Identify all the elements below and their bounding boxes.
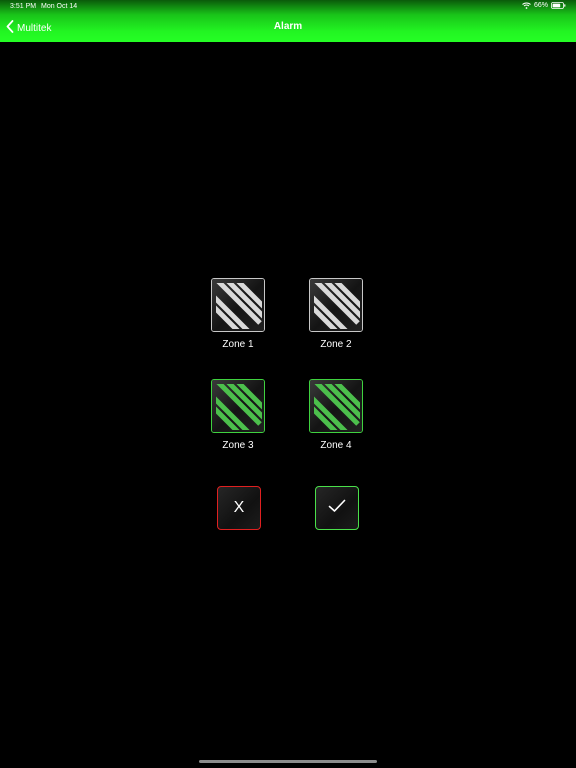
page-title: Alarm — [273, 21, 303, 32]
status-date: Mon Oct 14 — [41, 3, 78, 10]
zone-2-button[interactable] — [309, 278, 363, 332]
zone-1-stripes-icon — [212, 279, 264, 331]
zone-2-label: Zone 2 — [320, 339, 352, 350]
zone-1-button[interactable] — [211, 278, 265, 332]
zone-3-label: Zone 3 — [222, 440, 254, 451]
header: 3:51 PM Mon Oct 14 66% Multitek Alarm — [0, 0, 576, 42]
home-indicator[interactable] — [199, 760, 377, 763]
status-time: 3:51 PM — [10, 3, 37, 10]
cancel-label: X — [233, 499, 245, 516]
nav-bar: Multitek Alarm — [0, 14, 576, 42]
zone-4-stripes-icon — [310, 380, 362, 432]
checkmark-icon — [328, 499, 346, 518]
zone-3-stripes-icon — [212, 380, 264, 432]
status-bar: 3:51 PM Mon Oct 14 66% — [0, 0, 576, 14]
zone-4-button[interactable] — [309, 379, 363, 433]
alarm-screen: 3:51 PM Mon Oct 14 66% Multitek Alarm Zo… — [0, 0, 576, 768]
zone-2-stripes-icon — [310, 279, 362, 331]
zone-3-button[interactable] — [211, 379, 265, 433]
wifi-icon — [522, 2, 531, 9]
cancel-button[interactable]: X — [217, 486, 261, 530]
zone-4-label: Zone 4 — [320, 440, 352, 451]
confirm-button[interactable] — [315, 486, 359, 530]
status-right: 66% — [522, 2, 566, 9]
battery-icon — [551, 2, 566, 9]
battery-percent: 66% — [533, 2, 548, 9]
zone-1-label: Zone 1 — [222, 339, 254, 350]
